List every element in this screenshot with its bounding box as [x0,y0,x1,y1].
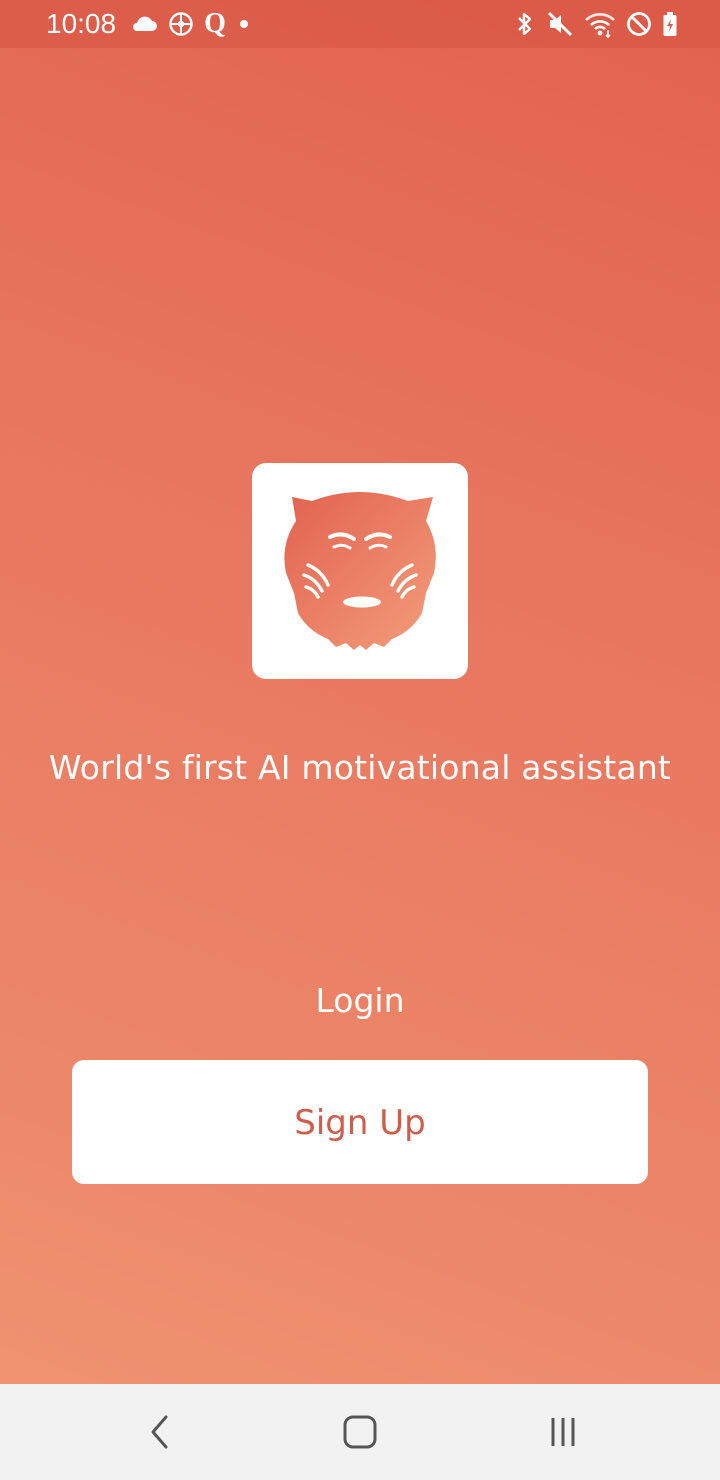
cloud-icon [130,14,158,34]
back-button[interactable] [132,1404,188,1460]
status-bar-right [504,8,678,40]
status-bar: 10:08 Q [0,0,720,48]
tiger-head-icon [284,492,436,650]
navigation-bar [0,1384,720,1480]
tagline: World's first AI motivational assistant [48,748,672,787]
compass-icon [168,11,194,37]
recents-button[interactable] [535,1404,591,1460]
q-app-icon: Q [204,8,226,40]
do-not-disturb-icon [626,11,652,37]
home-button[interactable] [332,1404,388,1460]
login-link[interactable]: Login [260,975,460,1027]
welcome-screen: 10:08 Q World's first AI motivational as… [0,0,720,1480]
q-app-letter: Q [204,8,226,39]
wifi-icon [584,10,616,38]
status-bar-left: 10:08 Q [46,6,262,42]
dot-icon [236,16,252,32]
sign-up-button[interactable]: Sign Up [72,1060,648,1184]
battery-charging-icon [662,10,678,38]
home-icon [343,1415,377,1449]
mute-icon [546,10,574,38]
recents-icon [551,1418,575,1446]
back-icon [151,1415,168,1449]
status-time: 10:08 [46,8,117,39]
bluetooth-icon [514,10,536,38]
app-logo [252,463,468,679]
